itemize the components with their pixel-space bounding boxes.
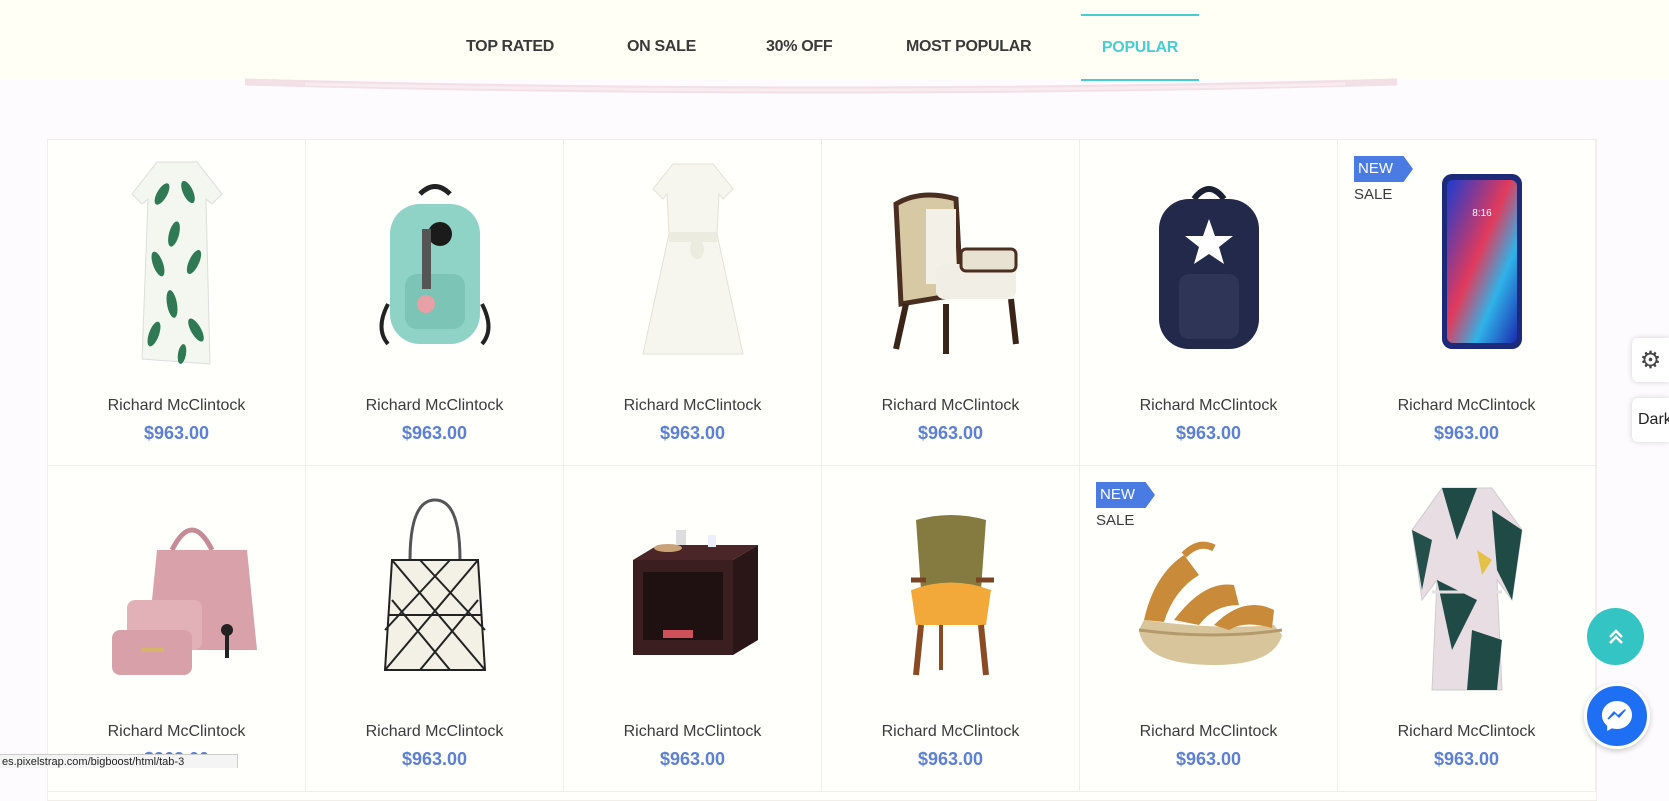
product-name[interactable]: Richard McClintock xyxy=(564,723,821,741)
leaf-print-dress-image xyxy=(130,161,223,365)
product-name[interactable]: Richard McClintock xyxy=(1080,723,1337,741)
product-name[interactable]: Richard McClintock xyxy=(1338,397,1595,415)
product-name[interactable]: Richard McClintock xyxy=(564,397,821,415)
tab-bar: TOP RATED ON SALE 30% OFF MOST POPULAR P… xyxy=(0,0,1669,81)
product-card[interactable]: Richard McClintock $963.00 xyxy=(1080,140,1338,466)
product-price: $963.00 xyxy=(659,749,726,769)
messenger-chat-button[interactable] xyxy=(1584,683,1650,749)
cane-armchair-image xyxy=(892,192,1019,354)
settings-gear-button[interactable]: ⚙ xyxy=(1632,338,1669,382)
product-card[interactable]: Richard McClintock $963.00 xyxy=(48,466,306,792)
product-card[interactable]: Richard McClintock $963.00 xyxy=(306,466,564,792)
product-price: $963.00 xyxy=(1433,749,1500,769)
product-name[interactable]: Richard McClintock xyxy=(1080,397,1337,415)
platform-sandal-image xyxy=(1138,541,1282,665)
product-price: $963.00 xyxy=(1175,423,1242,443)
product-name[interactable]: Richard McClintock xyxy=(822,397,1079,415)
product-price: $963.00 xyxy=(401,423,468,443)
product-grid: Richard McClintock $963.00 Richard McCli… xyxy=(47,139,1597,801)
product-price: $963.00 xyxy=(917,749,984,769)
product-price: $963.00 xyxy=(917,423,984,443)
side-table-image xyxy=(632,530,758,655)
product-name[interactable]: Richard McClintock xyxy=(822,723,1079,741)
svg-text:8:16: 8:16 xyxy=(1472,208,1492,219)
smartphone-image: 8:16 xyxy=(1441,174,1522,349)
navy-star-backpack-image xyxy=(1158,186,1259,349)
white-dress-image xyxy=(641,163,744,355)
product-price: $963.00 xyxy=(401,749,468,769)
geometric-tote-image xyxy=(383,498,486,671)
product-card[interactable]: Richard McClintock $963.00 xyxy=(822,140,1080,466)
new-badge: NEW xyxy=(1354,156,1413,182)
product-name[interactable]: Richard McClintock xyxy=(48,397,305,415)
product-card[interactable]: Richard McClintock $963.00 xyxy=(822,466,1080,792)
product-name[interactable]: Richard McClintock xyxy=(1338,723,1595,741)
product-card[interactable]: Richard McClintock $963.00 xyxy=(1338,466,1596,792)
decorative-swoosh xyxy=(245,78,1397,94)
messenger-icon xyxy=(1602,701,1632,731)
scroll-to-top-button[interactable] xyxy=(1587,608,1644,665)
product-price: $963.00 xyxy=(143,423,210,443)
product-card[interactable]: NEW SALE Richard McClintock $963.00 xyxy=(1080,466,1338,792)
product-price: $963.00 xyxy=(1433,423,1500,443)
dark-mode-toggle[interactable]: Dark xyxy=(1632,398,1669,442)
abstract-print-dress-image xyxy=(1410,487,1523,691)
product-name[interactable]: Richard McClintock xyxy=(306,397,563,415)
sale-label: SALE xyxy=(1354,186,1393,203)
product-card[interactable]: Richard McClintock $963.00 xyxy=(564,140,822,466)
product-card[interactable]: Richard McClintock $963.00 xyxy=(564,466,822,792)
product-card[interactable]: Richard McClintock $963.00 xyxy=(306,140,564,466)
gear-icon: ⚙ xyxy=(1639,346,1662,374)
product-price: $963.00 xyxy=(1175,749,1242,769)
product-name[interactable]: Richard McClintock xyxy=(306,723,563,741)
mustard-chair-image xyxy=(910,515,994,676)
product-card[interactable]: Richard McClintock $963.00 xyxy=(48,140,306,466)
product-price: $963.00 xyxy=(659,423,726,443)
product-name[interactable]: Richard McClintock xyxy=(48,723,305,741)
product-card[interactable]: NEW SALE 8:16 Richard McClintock $963.00 xyxy=(1338,140,1596,466)
pink-handbag-set-image xyxy=(111,527,257,675)
mint-backpack-image xyxy=(379,184,490,346)
double-chevron-up-icon xyxy=(1608,628,1623,644)
status-bar-url: es.pixelstrap.com/bigboost/html/tab-3 xyxy=(0,754,238,768)
